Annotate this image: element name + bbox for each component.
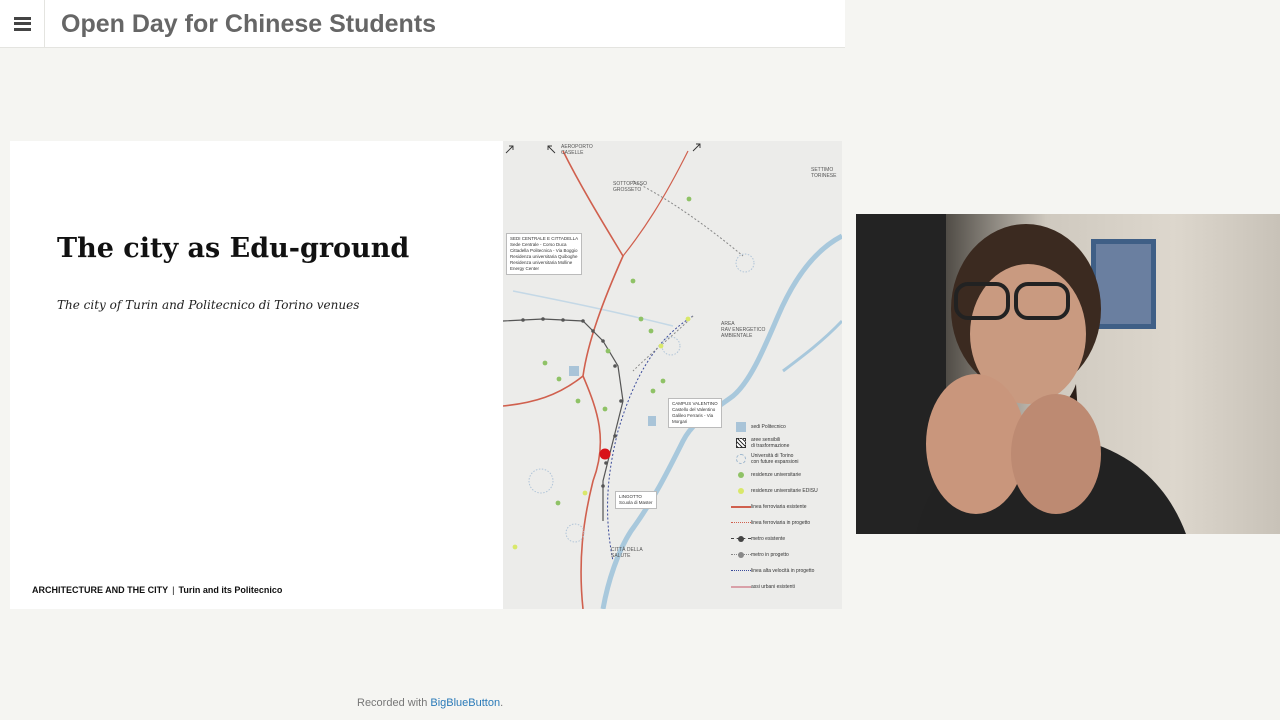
legend-text: metro in progetto: [751, 552, 789, 558]
metro-project-icon: [731, 549, 751, 561]
legend-text: residenze universitarie: [751, 472, 802, 478]
red-dotted-line-icon: [731, 517, 751, 529]
bigbluebutton-link[interactable]: BigBlueButton: [430, 697, 500, 709]
legend-item: metro in progetto: [731, 547, 841, 563]
presentation-title: Open Day for Chinese Students: [61, 10, 437, 38]
recorded-suffix: .: [500, 697, 504, 709]
square-icon: [731, 421, 751, 433]
map-box-sedi-line: Energy Center: [510, 266, 540, 271]
legend-item: Università di Torino con future espansio…: [731, 451, 841, 467]
yellow-dot-icon: [731, 485, 751, 497]
slide-footer: ARCHITECTURE AND THE CITY | Turin and its …: [32, 585, 282, 595]
pink-line-icon: [731, 581, 751, 593]
map-label-sottopasso: SOTTOPASSO GROSSETO: [613, 181, 647, 193]
map-box-lingotto-line: Scuola di Master: [619, 500, 653, 505]
map-label-area-rav: AREA RAV ENERGETICO AMBIENTALE: [721, 321, 766, 339]
map-box-campus: CAMPUS VALENTINO Castello del Valentino …: [668, 398, 722, 428]
green-dot-icon: [731, 469, 751, 481]
legend-item: sedi Politecnico: [731, 419, 841, 435]
blue-dotted-line-icon: [731, 565, 751, 577]
slide-footer-right: Turin and its Politecnico: [178, 585, 283, 595]
legend-text: residenze universitarie EDISU: [751, 488, 818, 494]
legend-text: linea alta velocità in progetto: [751, 568, 815, 574]
webcam-video[interactable]: [856, 214, 1280, 534]
legend-item: linea alta velocità in progetto: [731, 563, 841, 579]
legend-text: assi urbani esistenti: [751, 584, 795, 590]
hamburger-icon: [13, 16, 31, 31]
webcam-frame-illustration: [856, 214, 1186, 534]
presentation-slide: The city as Edu-ground The city of Turin…: [10, 141, 842, 609]
slide-footer-separator: |: [172, 585, 175, 595]
recorded-with-note: Recorded with BigBlueButton.: [357, 697, 503, 709]
legend-text: linea ferroviaria in progetto: [751, 520, 811, 526]
map-legend: sedi Politecnico aree sensibili di trasf…: [731, 419, 841, 595]
legend-text: linea ferroviaria esistente: [751, 504, 807, 510]
dashed-circle-icon: [731, 453, 751, 465]
legend-item: residenze universitarie: [731, 467, 841, 483]
red-line-icon: [731, 501, 751, 513]
top-bar: Open Day for Chinese Students: [0, 0, 845, 48]
turin-map: AEROPORTO CASELLE SOTTOPASSO GROSSETO SE…: [503, 141, 842, 609]
legend-text: aree sensibili di trasformazione: [751, 437, 790, 449]
legend-item: aree sensibili di trasformazione: [731, 435, 841, 451]
legend-item: linea ferroviaria esistente: [731, 499, 841, 515]
legend-item: metro esistente: [731, 531, 841, 547]
menu-button[interactable]: [0, 0, 45, 47]
legend-text: Università di Torino con future espansio…: [751, 453, 799, 465]
recorded-prefix: Recorded with: [357, 697, 431, 709]
legend-item: linea ferroviaria in progetto: [731, 515, 841, 531]
map-label-citta-salute: CITTÀ DELLA SALUTE: [611, 547, 643, 559]
map-label-aeroporto: AEROPORTO CASELLE: [561, 144, 593, 156]
map-box-campus-line: Morgari: [672, 419, 688, 424]
legend-item: assi urbani esistenti: [731, 579, 841, 595]
metro-existing-icon: [731, 533, 751, 545]
map-box-sedi: SEDI CENTRALE E CITTADELLA Sede Centrale…: [506, 233, 583, 275]
legend-text: sedi Politecnico: [751, 424, 786, 430]
legend-text: metro esistente: [751, 536, 786, 542]
map-box-lingotto: LINGOTTO Scuola di Master: [615, 491, 657, 509]
map-label-settimo: SETTIMO TORINESE: [811, 167, 837, 179]
slide-heading: The city as Edu-ground: [57, 233, 410, 264]
legend-item: residenze universitarie EDISU: [731, 483, 841, 499]
hatch-icon: [731, 437, 751, 449]
slide-footer-left: ARCHITECTURE AND THE CITY: [32, 585, 169, 595]
slide-subheading: The city of Turin and Politecnico di Tor…: [57, 298, 360, 312]
